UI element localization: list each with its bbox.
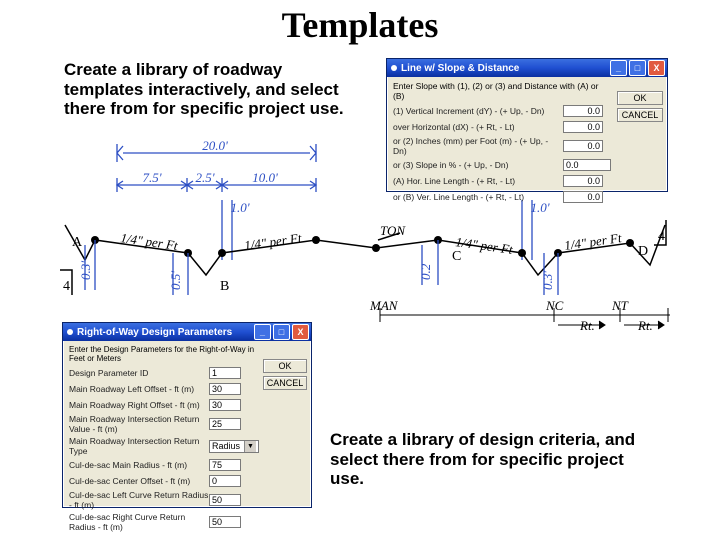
label-b: B [220, 279, 229, 294]
label-r0: Design Parameter ID [69, 368, 209, 378]
frac-4a: 4 [63, 279, 70, 294]
page-title: Templates [0, 4, 720, 46]
v-02: 0.2 [418, 263, 433, 280]
bullet-icon [67, 329, 73, 335]
label-r2: over Horizontal (dX) - (+ Rt, - Lt) [393, 122, 563, 132]
minimize-icon[interactable]: _ [254, 324, 271, 340]
dialog-intro: Enter Slope with (1), (2) or (3) and Dis… [393, 81, 611, 101]
label-nc: NC [545, 298, 564, 313]
input-r3[interactable]: 0.0 [563, 140, 603, 152]
input-r2[interactable]: 30 [209, 399, 241, 411]
intro-text-2: Create a library of design criteria, and… [330, 430, 660, 489]
return-type-select[interactable]: Radius ▼ [209, 440, 259, 453]
v-05: 0.5' [168, 271, 183, 290]
input-r5[interactable]: 0.0 [563, 175, 603, 187]
label-r8: Cul-de-sac Right Curve Return Radius - f… [69, 512, 209, 532]
label-man: MAN [369, 298, 399, 313]
dim-7-5: 7.5' [142, 170, 161, 185]
maximize-icon[interactable]: □ [629, 60, 646, 76]
dialog-title: Right-of-Way Design Parameters [77, 327, 232, 338]
dim-10: 10.0' [252, 170, 278, 185]
label-a: A [72, 235, 83, 250]
dim-2-5: 2.5' [195, 170, 214, 185]
label-r6: or (B) Ver. Line Length - (+ Rt, - Lt) [393, 192, 563, 202]
dialog-titlebar[interactable]: Line w/ Slope & Distance _ □ X [387, 59, 667, 77]
slope-4: 1/4" per Ft [563, 230, 622, 253]
label-nt: NT [611, 298, 629, 313]
label-r7: Cul-de-sac Left Curve Return Radius - ft… [69, 490, 209, 510]
bullet-icon [391, 65, 397, 71]
input-r1[interactable]: 0.0 [563, 105, 603, 117]
label-d: D [638, 244, 648, 259]
label-r1: (1) Vertical Increment (dY) - (+ Up, - D… [393, 106, 563, 116]
label-r5: Cul-de-sac Main Radius - ft (m) [69, 460, 209, 470]
label-r3: Main Roadway Intersection Return Value -… [69, 414, 209, 434]
chevron-down-icon: ▼ [244, 441, 256, 452]
slope-2: 1/4" per Ft [243, 230, 302, 253]
input-r8[interactable]: 50 [209, 516, 241, 528]
label-r2: Main Roadway Right Offset - ft (m) [69, 400, 209, 410]
slope-distance-dialog: Line w/ Slope & Distance _ □ X Enter Slo… [386, 58, 668, 192]
dim-1a: 1.0' [230, 200, 249, 215]
slope-3: 1/4" per Ft [455, 234, 514, 257]
label-r6: Cul-de-sac Center Offset - ft (m) [69, 476, 209, 486]
select-value: Radius [212, 441, 240, 451]
minimize-icon[interactable]: _ [610, 60, 627, 76]
dim-20: 20.0' [202, 140, 228, 153]
maximize-icon[interactable]: □ [273, 324, 290, 340]
slope-1: 1/4" per Ft [120, 230, 179, 253]
input-r6[interactable]: 0 [209, 475, 241, 487]
label-r3: or (2) Inches (mm) per Foot (m) - (+ Up,… [393, 136, 563, 156]
ok-button[interactable]: OK [617, 91, 663, 105]
dialog-title: Line w/ Slope & Distance [401, 63, 519, 74]
input-r1[interactable]: 30 [209, 383, 241, 395]
label-c: C [452, 249, 461, 264]
frac-4b: 4 [658, 229, 665, 244]
label-r1: Main Roadway Left Offset - ft (m) [69, 384, 209, 394]
dialog-titlebar[interactable]: Right-of-Way Design Parameters _ □ X [63, 323, 311, 341]
ok-button[interactable]: OK [263, 359, 307, 373]
input-r3[interactable]: 25 [209, 418, 241, 430]
label-r4: Main Roadway Intersection Return Type [69, 436, 209, 456]
input-r6[interactable]: 0.0 [563, 191, 603, 203]
cancel-button[interactable]: CANCEL [617, 108, 663, 122]
close-icon[interactable]: X [648, 60, 665, 76]
input-r5[interactable]: 75 [209, 459, 241, 471]
close-icon[interactable]: X [292, 324, 309, 340]
label-r5: (A) Hor. Line Length - (+ Rt, - Lt) [393, 176, 563, 186]
label-r4: or (3) Slope in % - (+ Up, - Dn) [393, 160, 563, 170]
input-r2[interactable]: 0.0 [563, 121, 603, 133]
input-r0[interactable]: 1 [209, 367, 241, 379]
input-r4[interactable]: 0.0 [563, 159, 611, 171]
cancel-button[interactable]: CANCEL [263, 376, 307, 390]
right-of-way-dialog: Right-of-Way Design Parameters _ □ X Ent… [62, 322, 312, 508]
input-r7[interactable]: 50 [209, 494, 241, 506]
dialog-intro: Enter the Design Parameters for the Righ… [69, 345, 259, 363]
intro-text-1: Create a library of roadway templates in… [64, 60, 364, 119]
v-03b: 0.3' [540, 271, 555, 290]
